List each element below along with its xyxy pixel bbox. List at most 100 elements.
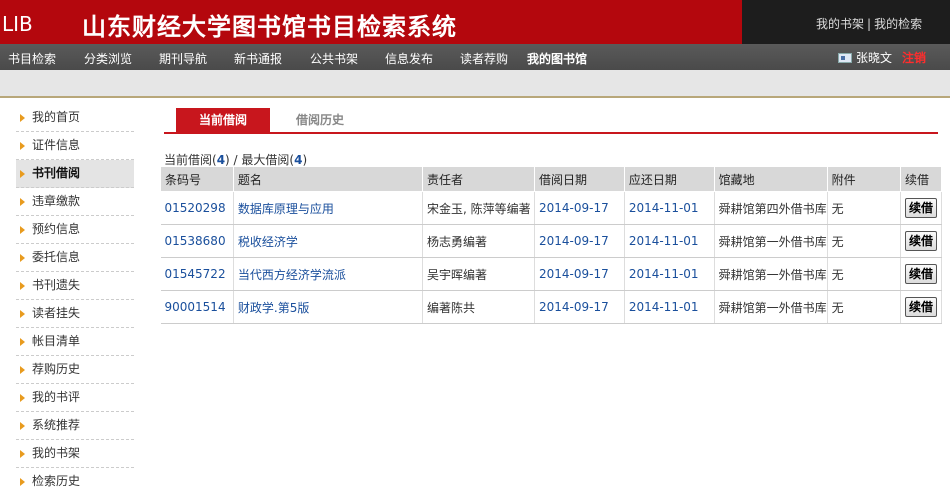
author-cell: 宋金玉, 陈萍等编著: [422, 191, 535, 225]
renew-cell: 续借: [900, 224, 942, 258]
column-header-borrow-date[interactable]: 借阅日期: [533, 166, 625, 192]
title-link[interactable]: 数据库原理与应用: [233, 191, 424, 225]
sidebar-item-card-info[interactable]: 证件信息: [16, 132, 134, 160]
due-date-cell: 2014-11-01: [624, 224, 715, 258]
column-header-title[interactable]: 题名: [232, 166, 424, 192]
borrow-date-cell: 2014-09-17: [534, 191, 625, 225]
arrow-icon: [20, 142, 25, 150]
borrow-date-cell: 2014-09-17: [534, 290, 625, 324]
arrow-icon: [20, 170, 25, 178]
sidebar-item-borrowing[interactable]: 书刊借阅: [16, 160, 134, 188]
arrow-icon: [20, 282, 25, 290]
sidebar-item-label: 检索历史: [32, 474, 81, 488]
sidebar-item-fines[interactable]: 违章缴款: [16, 188, 134, 216]
location-cell: 舜耕馆第一外借书库: [714, 290, 828, 324]
table-row: 01520298 数据库原理与应用 宋金玉, 陈萍等编著 2014-09-17 …: [160, 191, 942, 225]
nav-item-reader-recommend[interactable]: 读者荐购: [460, 50, 508, 67]
sidebar-item-lost-books[interactable]: 书刊遗失: [16, 272, 134, 300]
sidebar-item-account-list[interactable]: 帐目清单: [16, 328, 134, 356]
renew-button[interactable]: 续借: [905, 264, 937, 284]
arrow-icon: [20, 394, 25, 402]
sidebar-item-label: 荐购历史: [32, 362, 81, 376]
title-link[interactable]: 财政学.第5版: [233, 290, 424, 324]
arrow-icon: [20, 198, 25, 206]
main-nav: 书目检索 分类浏览 期刊导航 新书通报 公共书架 信息发布 读者荐购 我的图书馆…: [0, 44, 950, 70]
borrow-table-container: 条码号 题名 责任者 借阅日期 应还日期 馆藏地 附件 续借 01520298 …: [160, 166, 942, 324]
logo[interactable]: LIB: [2, 12, 33, 36]
renew-button[interactable]: 续借: [905, 198, 937, 218]
renew-button[interactable]: 续借: [905, 231, 937, 251]
arrow-icon: [20, 338, 25, 346]
user-name[interactable]: 张晓文: [856, 51, 892, 65]
borrow-date-cell: 2014-09-17: [534, 224, 625, 258]
nav-item-category-browse[interactable]: 分类浏览: [84, 50, 132, 67]
summary-close-paren: ): [302, 153, 308, 167]
sidebar-item-label: 我的首页: [32, 110, 81, 124]
column-header-author[interactable]: 责任者: [422, 166, 535, 192]
sidebar-item-home[interactable]: 我的首页: [16, 104, 134, 132]
renew-button[interactable]: 续借: [905, 297, 937, 317]
top-link-my-shelf[interactable]: 我的书架: [816, 17, 864, 31]
sidebar-item-reservations[interactable]: 预约信息: [16, 216, 134, 244]
column-header-location[interactable]: 馆藏地: [713, 166, 828, 192]
separator: |: [867, 17, 872, 31]
due-date-cell: 2014-11-01: [624, 290, 715, 324]
arrow-icon: [20, 478, 25, 486]
title-link[interactable]: 税收经济学: [233, 224, 424, 258]
sidebar-item-label: 证件信息: [32, 138, 81, 152]
sidebar-item-my-reviews[interactable]: 我的书评: [16, 384, 134, 412]
table-header-row: 条码号 题名 责任者 借阅日期 应还日期 馆藏地 附件 续借: [160, 166, 942, 192]
arrow-icon: [20, 366, 25, 374]
sidebar-item-system-recommend[interactable]: 系统推荐: [16, 412, 134, 440]
top-link-my-search[interactable]: 我的检索: [874, 17, 922, 31]
borrow-date-cell: 2014-09-17: [534, 257, 625, 291]
sidebar-item-label: 书刊遗失: [32, 278, 81, 292]
tab-current-borrow[interactable]: 当前借阅: [176, 108, 270, 132]
logout-link[interactable]: 注销: [902, 51, 926, 65]
sidebar-item-recommend-history[interactable]: 荐购历史: [16, 356, 134, 384]
arrow-icon: [20, 254, 25, 262]
table-row: 01545722 当代西方经济学流派 吴宇晖编著 2014-09-17 2014…: [160, 257, 942, 291]
column-header-due-date[interactable]: 应还日期: [623, 166, 715, 192]
renew-cell: 续借: [900, 257, 942, 291]
nav-item-catalog-search[interactable]: 书目检索: [8, 50, 56, 67]
column-header-barcode[interactable]: 条码号: [160, 166, 234, 192]
attachment-cell: 无: [827, 257, 902, 291]
nav-item-info-release[interactable]: 信息发布: [385, 50, 433, 67]
site-header: LIB 山东财经大学图书馆书目检索系统 我的书架 | 我的检索: [0, 0, 950, 44]
sidebar-item-search-history[interactable]: 检索历史: [16, 468, 134, 492]
sidebar-item-label: 系统推荐: [32, 418, 81, 432]
nav-item-new-books[interactable]: 新书通报: [234, 50, 282, 67]
nav-item-journal-nav[interactable]: 期刊导航: [159, 50, 207, 67]
author-cell: 编著陈共: [422, 290, 535, 324]
table-row: 90001514 财政学.第5版 编著陈共 2014-09-17 2014-11…: [160, 290, 942, 324]
column-header-renew: 续借: [900, 166, 942, 192]
sidebar-item-label: 读者挂失: [32, 306, 81, 320]
attachment-cell: 无: [827, 290, 902, 324]
sidebar-item-label: 委托信息: [32, 250, 81, 264]
arrow-icon: [20, 422, 25, 430]
current-borrow-count: 4: [216, 153, 226, 167]
author-cell: 杨志勇编著: [422, 224, 535, 258]
location-cell: 舜耕馆第四外借书库: [714, 191, 828, 225]
arrow-icon: [20, 310, 25, 318]
user-card-icon: [838, 53, 852, 63]
barcode-cell: 01538680: [160, 224, 234, 258]
nav-item-my-library[interactable]: 我的图书馆: [527, 50, 587, 67]
sidebar-item-label: 违章缴款: [32, 194, 81, 208]
nav-item-public-shelf[interactable]: 公共书架: [310, 50, 358, 67]
arrow-icon: [20, 114, 25, 122]
column-header-attachment[interactable]: 附件: [826, 166, 902, 192]
sidebar-item-report-loss[interactable]: 读者挂失: [16, 300, 134, 328]
sidebar-item-my-shelf[interactable]: 我的书架: [16, 440, 134, 468]
sidebar-item-delegations[interactable]: 委托信息: [16, 244, 134, 272]
sidebar-item-label: 书刊借阅: [32, 166, 81, 180]
arrow-icon: [20, 450, 25, 458]
tab-borrow-history[interactable]: 借阅历史: [280, 108, 360, 132]
due-date-cell: 2014-11-01: [624, 191, 715, 225]
attachment-cell: 无: [827, 191, 902, 225]
title-link[interactable]: 当代西方经济学流派: [233, 257, 424, 291]
location-cell: 舜耕馆第一外借书库: [714, 224, 828, 258]
sidebar-item-label: 预约信息: [32, 222, 81, 236]
sidebar-item-label: 我的书评: [32, 390, 81, 404]
